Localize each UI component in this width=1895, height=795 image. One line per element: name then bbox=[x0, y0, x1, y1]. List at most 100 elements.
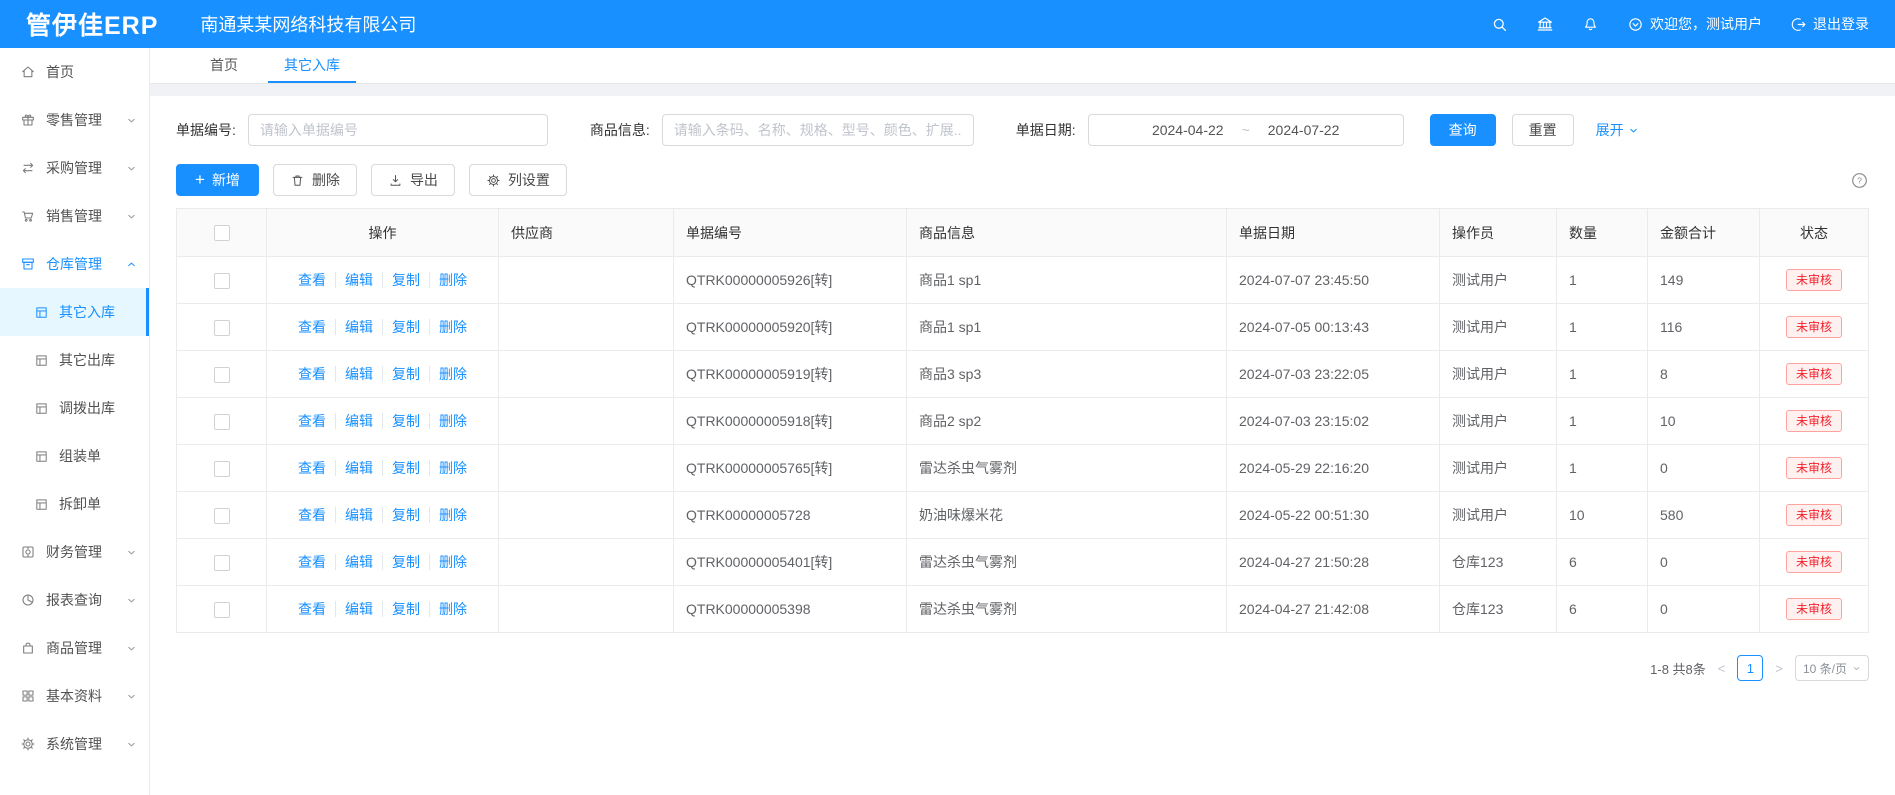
sidebar-item-other-inbound[interactable]: 其它入库 bbox=[0, 288, 149, 336]
prev-page-button[interactable]: < bbox=[1716, 661, 1728, 676]
row-checkbox[interactable] bbox=[214, 508, 230, 524]
view-link[interactable]: 查看 bbox=[298, 319, 326, 335]
sidebar-item-sales[interactable]: 销售管理 bbox=[0, 192, 149, 240]
date-cell: 2024-05-22 00:51:30 bbox=[1227, 492, 1440, 539]
copy-link[interactable]: 复制 bbox=[382, 460, 420, 476]
table-row: 查看编辑复制删除 QTRK00000005918[转] 商品2 sp2 2024… bbox=[177, 398, 1869, 445]
document-icon bbox=[34, 305, 49, 320]
view-link[interactable]: 查看 bbox=[298, 554, 326, 570]
view-link[interactable]: 查看 bbox=[298, 413, 326, 429]
sidebar-item-reports[interactable]: 报表查询 bbox=[0, 576, 149, 624]
row-checkbox[interactable] bbox=[214, 320, 230, 336]
next-page-button[interactable]: > bbox=[1773, 661, 1785, 676]
delete-link[interactable]: 删除 bbox=[429, 272, 467, 288]
sidebar-item-finance[interactable]: 财务管理 bbox=[0, 528, 149, 576]
qty-cell: 1 bbox=[1557, 445, 1648, 492]
date-range-picker[interactable]: 2024-04-22 ~ 2024-07-22 bbox=[1088, 114, 1404, 146]
export-button[interactable]: 导出 bbox=[371, 164, 455, 196]
copy-link[interactable]: 复制 bbox=[382, 601, 420, 617]
status-badge: 未审核 bbox=[1786, 598, 1842, 620]
copy-link[interactable]: 复制 bbox=[382, 507, 420, 523]
welcome-user[interactable]: 欢迎您，测试用户 bbox=[1627, 14, 1762, 34]
bell-icon[interactable] bbox=[1582, 16, 1599, 33]
row-checkbox[interactable] bbox=[214, 555, 230, 571]
sidebar-item-goods[interactable]: 商品管理 bbox=[0, 624, 149, 672]
status-badge: 未审核 bbox=[1786, 457, 1842, 479]
reset-button[interactable]: 重置 bbox=[1512, 114, 1574, 146]
sidebar-item-other-outbound[interactable]: 其它出库 bbox=[0, 336, 149, 384]
delete-link[interactable]: 删除 bbox=[429, 413, 467, 429]
tab-home[interactable]: 首页 bbox=[194, 48, 254, 83]
edit-link[interactable]: 编辑 bbox=[335, 366, 373, 382]
supplier-cell bbox=[499, 257, 674, 304]
row-checkbox[interactable] bbox=[214, 367, 230, 383]
sidebar-item-disassembly[interactable]: 拆卸单 bbox=[0, 480, 149, 528]
date-cell: 2024-07-05 00:13:43 bbox=[1227, 304, 1440, 351]
view-link[interactable]: 查看 bbox=[298, 601, 326, 617]
row-checkbox[interactable] bbox=[214, 273, 230, 289]
delete-link[interactable]: 删除 bbox=[429, 507, 467, 523]
copy-link[interactable]: 复制 bbox=[382, 272, 420, 288]
status-badge: 未审核 bbox=[1786, 316, 1842, 338]
select-all-checkbox[interactable] bbox=[214, 225, 230, 241]
sidebar-item-label: 报表查询 bbox=[46, 590, 102, 610]
view-link[interactable]: 查看 bbox=[298, 507, 326, 523]
delete-link[interactable]: 删除 bbox=[429, 319, 467, 335]
tab-other-inbound[interactable]: 其它入库 bbox=[268, 48, 356, 83]
edit-link[interactable]: 编辑 bbox=[335, 507, 373, 523]
page-size-select[interactable]: 10 条/页 bbox=[1795, 655, 1869, 681]
copy-link[interactable]: 复制 bbox=[382, 366, 420, 382]
order-no-input[interactable] bbox=[248, 114, 548, 146]
copy-link[interactable]: 复制 bbox=[382, 319, 420, 335]
sidebar-item-purchase[interactable]: 采购管理 bbox=[0, 144, 149, 192]
sidebar-item-home[interactable]: 首页 bbox=[0, 48, 149, 96]
delete-link[interactable]: 删除 bbox=[429, 601, 467, 617]
expand-link[interactable]: 展开 bbox=[1596, 120, 1639, 140]
qty-cell: 1 bbox=[1557, 398, 1648, 445]
help-icon[interactable]: ? bbox=[1850, 171, 1869, 190]
delete-link[interactable]: 删除 bbox=[429, 554, 467, 570]
date-separator: ~ bbox=[1242, 122, 1250, 138]
edit-link[interactable]: 编辑 bbox=[335, 272, 373, 288]
copy-link[interactable]: 复制 bbox=[382, 413, 420, 429]
edit-link[interactable]: 编辑 bbox=[335, 460, 373, 476]
bank-icon[interactable] bbox=[1536, 15, 1554, 33]
table-body: 查看编辑复制删除 QTRK00000005926[转] 商品1 sp1 2024… bbox=[177, 257, 1869, 633]
search-icon[interactable] bbox=[1491, 16, 1508, 33]
search-button[interactable]: 查询 bbox=[1430, 114, 1496, 146]
edit-link[interactable]: 编辑 bbox=[335, 319, 373, 335]
delete-link[interactable]: 删除 bbox=[429, 460, 467, 476]
row-checkbox[interactable] bbox=[214, 414, 230, 430]
view-link[interactable]: 查看 bbox=[298, 460, 326, 476]
sidebar-item-warehouse[interactable]: 仓库管理 bbox=[0, 240, 149, 288]
trash-icon bbox=[290, 173, 305, 188]
copy-link[interactable]: 复制 bbox=[382, 554, 420, 570]
sidebar-item-label: 销售管理 bbox=[46, 206, 102, 226]
column-settings-button[interactable]: 列设置 bbox=[469, 164, 567, 196]
add-button[interactable]: + 新增 bbox=[176, 164, 259, 196]
edit-link[interactable]: 编辑 bbox=[335, 413, 373, 429]
sidebar-item-basic-data[interactable]: 基本资料 bbox=[0, 672, 149, 720]
status-badge: 未审核 bbox=[1786, 551, 1842, 573]
edit-link[interactable]: 编辑 bbox=[335, 554, 373, 570]
product-info-input[interactable] bbox=[662, 114, 974, 146]
delete-link[interactable]: 删除 bbox=[429, 366, 467, 382]
page-number-1[interactable]: 1 bbox=[1737, 655, 1763, 681]
product-cell: 奶油味爆米花 bbox=[907, 492, 1227, 539]
row-checkbox[interactable] bbox=[214, 602, 230, 618]
row-checkbox[interactable] bbox=[214, 461, 230, 477]
logout-button[interactable]: 退出登录 bbox=[1790, 14, 1869, 34]
view-link[interactable]: 查看 bbox=[298, 366, 326, 382]
date-from[interactable]: 2024-04-22 bbox=[1152, 122, 1224, 138]
date-to[interactable]: 2024-07-22 bbox=[1268, 122, 1340, 138]
tabbar: 首页 其它入库 bbox=[150, 48, 1895, 84]
sidebar-item-transfer-outbound[interactable]: 调拨出库 bbox=[0, 384, 149, 432]
sidebar-item-retail[interactable]: 零售管理 bbox=[0, 96, 149, 144]
supplier-cell bbox=[499, 398, 674, 445]
sidebar-item-assembly[interactable]: 组装单 bbox=[0, 432, 149, 480]
delete-button[interactable]: 删除 bbox=[273, 164, 357, 196]
view-link[interactable]: 查看 bbox=[298, 272, 326, 288]
sidebar-item-system[interactable]: 系统管理 bbox=[0, 720, 149, 768]
edit-link[interactable]: 编辑 bbox=[335, 601, 373, 617]
logout-text: 退出登录 bbox=[1813, 14, 1869, 34]
